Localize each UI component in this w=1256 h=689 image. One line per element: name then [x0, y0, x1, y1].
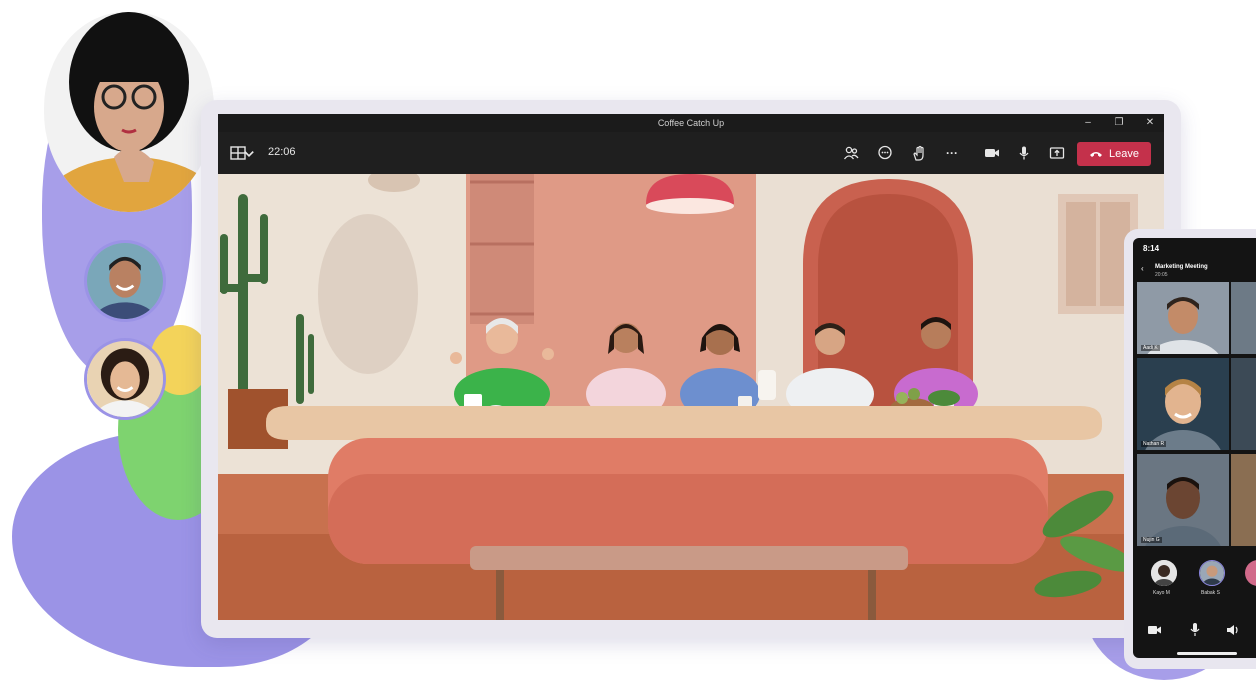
camera-icon[interactable] — [980, 141, 1004, 165]
minimize-button[interactable]: – — [1080, 116, 1096, 130]
tile-name: Nathan R — [1141, 441, 1167, 447]
phone-meeting-screen: 8:14 ‹ Marketing Meeting 20:05 Aadi K Na… — [1133, 238, 1256, 658]
avatar — [44, 12, 214, 212]
video-tile[interactable] — [1231, 454, 1256, 546]
hang-up-icon — [1090, 152, 1102, 157]
camera-icon[interactable] — [1147, 622, 1163, 638]
video-tile[interactable] — [1231, 282, 1256, 354]
video-tile[interactable]: Aadi K — [1137, 282, 1229, 354]
window-title: Coffee Catch Up — [657, 118, 725, 128]
back-arrow-icon[interactable]: ‹ — [1141, 264, 1144, 273]
phone-clock: 8:14 — [1143, 244, 1160, 253]
participant-name: Kayo M — [1153, 590, 1170, 596]
phone-meeting-duration: 20:05 — [1155, 272, 1168, 278]
video-tile[interactable]: Nujin G — [1137, 454, 1229, 546]
avatar[interactable] — [1199, 560, 1225, 586]
video-tile[interactable]: Nathan R — [1137, 358, 1229, 450]
chat-icon[interactable] — [873, 141, 897, 165]
person-avatar-woman-smiling — [87, 341, 163, 417]
more-options-icon[interactable]: ··· — [940, 141, 964, 165]
share-screen-icon[interactable] — [1045, 141, 1069, 165]
chevron-down-icon[interactable] — [242, 141, 256, 165]
leave-button[interactable]: Leave — [1077, 142, 1151, 166]
avatar[interactable] — [1245, 560, 1256, 586]
speaker-icon[interactable] — [1225, 622, 1241, 638]
person-avatar-man-smiling — [87, 243, 163, 319]
virtual-room-illustration — [218, 174, 1164, 620]
raise-hand-icon[interactable] — [907, 141, 931, 165]
avatar — [84, 240, 166, 322]
restore-button[interactable]: ❐ — [1111, 116, 1127, 130]
participant-video — [1137, 454, 1229, 546]
person-avatar-woman-glasses — [44, 12, 214, 212]
people-icon[interactable] — [839, 141, 863, 165]
participant-photo — [1151, 560, 1177, 586]
home-indicator — [1177, 652, 1237, 655]
close-button[interactable]: ✕ — [1142, 116, 1158, 130]
microphone-icon[interactable] — [1187, 622, 1203, 638]
participant-video — [1137, 282, 1229, 354]
teams-meeting-window: Coffee Catch Up – ❐ ✕ 22:06 ··· Leave — [218, 114, 1164, 620]
participant-video — [1137, 358, 1229, 450]
together-mode-scene — [218, 174, 1164, 620]
avatar[interactable] — [1151, 560, 1177, 586]
microphone-icon[interactable] — [1012, 141, 1036, 165]
participant-name: Babak S — [1201, 590, 1220, 596]
avatar — [84, 338, 166, 420]
leave-label: Leave — [1109, 148, 1139, 160]
participant-video — [1231, 454, 1256, 546]
participant-video — [1231, 358, 1256, 450]
meeting-toolbar: 22:06 ··· Leave — [218, 132, 1164, 174]
title-bar: Coffee Catch Up – ❐ ✕ — [218, 114, 1164, 132]
meeting-timer: 22:06 — [268, 146, 296, 158]
tile-name: Nujin G — [1141, 537, 1162, 543]
tile-name: Aadi K — [1141, 345, 1160, 351]
phone-meeting-title: Marketing Meeting — [1155, 264, 1208, 270]
participant-photo — [1200, 561, 1224, 585]
participant-video — [1231, 282, 1256, 354]
video-tile[interactable] — [1231, 358, 1256, 450]
